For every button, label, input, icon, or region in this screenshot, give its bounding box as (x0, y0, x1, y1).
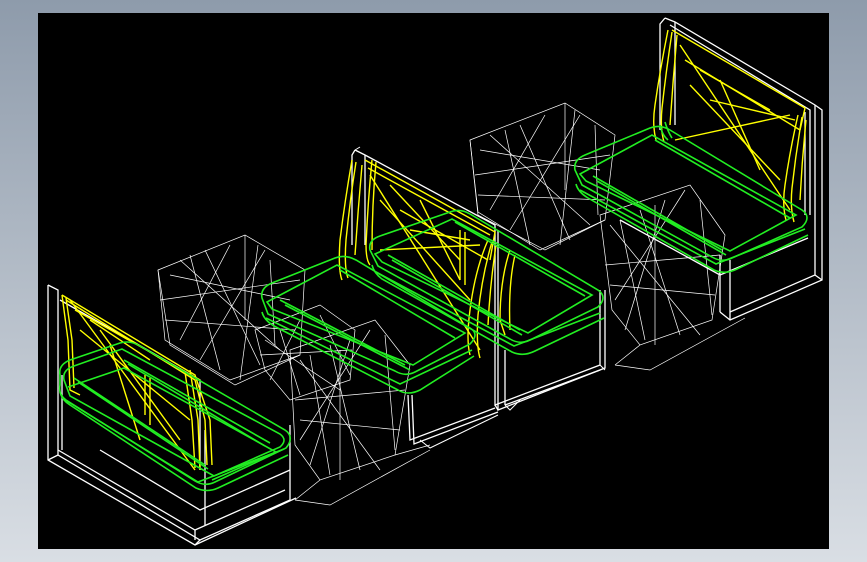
cad-viewport[interactable] (38, 13, 829, 549)
wireframe-scene (38, 13, 829, 549)
